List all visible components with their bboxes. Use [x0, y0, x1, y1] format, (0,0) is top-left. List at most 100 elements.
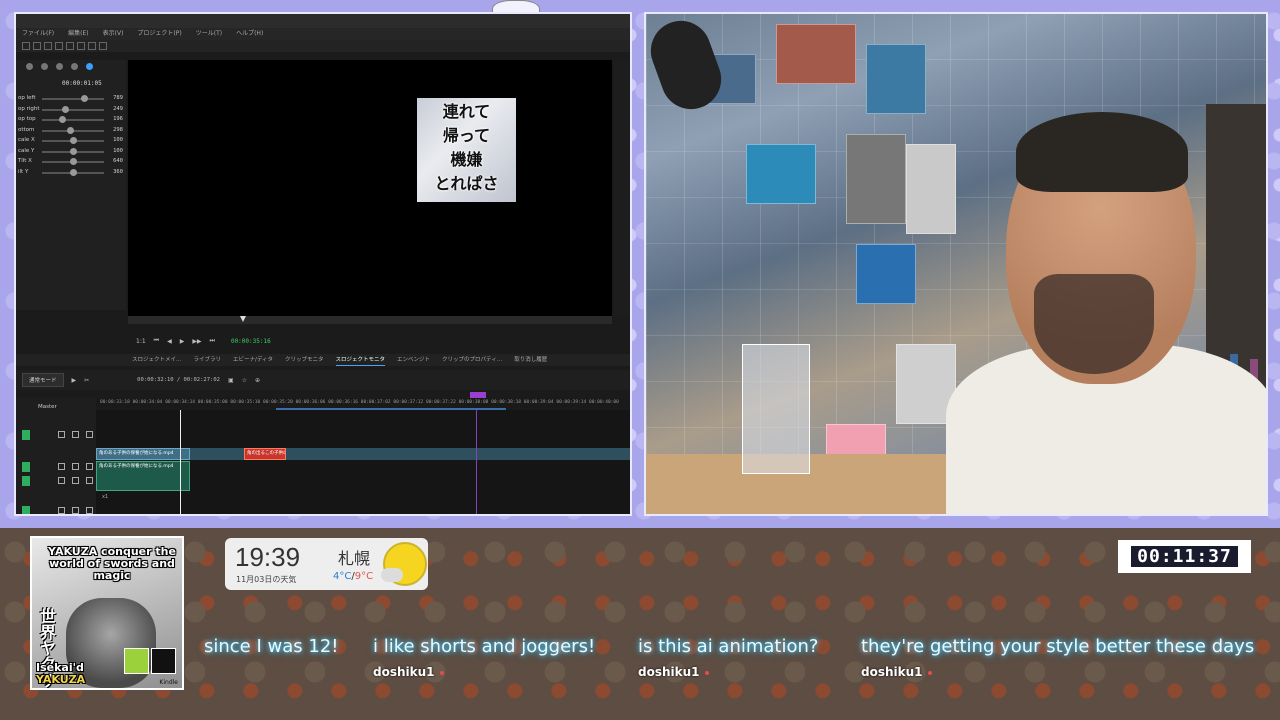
effect-icon[interactable]: [56, 63, 63, 70]
scrub-head-icon[interactable]: [240, 316, 246, 322]
dock-tab[interactable]: スロジェクトモニタ: [335, 354, 386, 366]
property-slider-track[interactable]: [42, 98, 104, 100]
track-header-v2[interactable]: [16, 428, 96, 442]
property-row[interactable]: Tilt X 640: [16, 156, 126, 167]
dock-tab[interactable]: エンベンジト: [397, 354, 430, 366]
play-icon[interactable]: ▶: [180, 338, 185, 345]
project-monitor[interactable]: 連れて 帰って 機嫌 とれぱさ: [128, 60, 612, 316]
scrub-bar[interactable]: [128, 316, 612, 324]
forward-icon[interactable]: ▶▶: [192, 338, 201, 345]
edit-icon[interactable]: [58, 477, 65, 484]
effect-active-icon[interactable]: [86, 63, 93, 70]
wall-photo: [746, 144, 816, 204]
property-value[interactable]: 360: [113, 169, 123, 175]
snap-icon[interactable]: ▣: [228, 377, 234, 384]
property-row[interactable]: cale Y 100: [16, 146, 126, 157]
property-row[interactable]: op top 196: [16, 114, 126, 125]
property-row[interactable]: ilt Y 360: [16, 167, 126, 178]
zoom-select[interactable]: 1:1: [136, 338, 146, 345]
undo-icon[interactable]: [55, 42, 63, 50]
lock-icon[interactable]: [86, 463, 93, 470]
render-icon[interactable]: [99, 42, 107, 50]
property-value[interactable]: 249: [113, 106, 123, 112]
monitor-timecode[interactable]: 00:00:35:16: [231, 338, 271, 345]
menu-item[interactable]: 編集(E): [68, 28, 88, 40]
paste-icon[interactable]: [88, 42, 96, 50]
property-value[interactable]: 100: [113, 148, 123, 154]
property-slider-track[interactable]: [42, 119, 104, 121]
skip-forward-icon[interactable]: ⏭: [210, 337, 215, 345]
open-icon[interactable]: [33, 42, 41, 50]
track-header-a2[interactable]: [16, 504, 96, 514]
edit-mode-select[interactable]: 通常モード: [22, 373, 64, 387]
property-slider-knob[interactable]: [70, 168, 77, 176]
menu-item[interactable]: ファイル(F): [22, 28, 54, 40]
playhead[interactable]: [180, 410, 181, 514]
property-value[interactable]: 196: [113, 116, 123, 122]
track-header-a1[interactable]: [16, 474, 96, 488]
dock-tab[interactable]: 取り消し履歴: [514, 354, 547, 366]
timeline-tracks[interactable]: 角のある子供の保養が始になる.mp4 角のある子供の保養が始になる.mp4 角の…: [96, 410, 630, 514]
razor-tool-icon[interactable]: ✂: [84, 377, 89, 384]
dock-tab[interactable]: エビーナ/ディタ: [233, 354, 273, 366]
property-slider-knob[interactable]: [81, 95, 89, 102]
dock-tab[interactable]: ライブラリ: [194, 354, 222, 366]
dock-tab[interactable]: クリップのプロパティ…: [442, 354, 502, 366]
property-value[interactable]: 789: [113, 95, 123, 101]
menu-item[interactable]: ヘルプ(H): [236, 28, 263, 40]
save-icon[interactable]: [44, 42, 52, 50]
edit-icon[interactable]: [58, 463, 65, 470]
skip-back-icon[interactable]: ⏮: [154, 337, 159, 345]
audio-clip[interactable]: 角のある子供の保養が始になる.mp4: [96, 461, 190, 491]
rewind-icon[interactable]: ◀: [167, 338, 172, 345]
menu-item[interactable]: 表示(V): [103, 28, 124, 40]
property-row[interactable]: cale X 100: [16, 135, 126, 146]
property-slider-knob[interactable]: [58, 116, 66, 123]
property-value[interactable]: 298: [113, 127, 123, 133]
property-value[interactable]: 640: [113, 158, 123, 164]
speaker-icon[interactable]: [72, 507, 79, 514]
effect-timecode[interactable]: 00:00:01:05: [16, 74, 126, 93]
favorite-icon[interactable]: ☆: [242, 377, 247, 384]
property-value[interactable]: 100: [113, 137, 123, 143]
lock-icon[interactable]: [86, 477, 93, 484]
film-icon[interactable]: [72, 463, 79, 470]
film-icon[interactable]: [72, 431, 79, 438]
lock-icon[interactable]: [86, 431, 93, 438]
effect-icon[interactable]: [26, 63, 33, 70]
edit-icon[interactable]: [58, 507, 65, 514]
effect-icon[interactable]: [71, 63, 78, 70]
speaker-icon[interactable]: [72, 477, 79, 484]
property-slider-knob[interactable]: [70, 147, 77, 155]
cloud-icon: [381, 568, 403, 582]
property-row[interactable]: op right 249: [16, 104, 126, 115]
track-header-v1[interactable]: [16, 460, 96, 474]
property-slider-knob[interactable]: [70, 158, 77, 165]
property-slider-knob[interactable]: [70, 137, 77, 144]
timeline-ruler[interactable]: 00:00:33:18 00:00:34:04 00:00:34:14 00:00:3…: [96, 392, 630, 411]
select-tool-icon[interactable]: ▶: [72, 377, 77, 384]
menu-item[interactable]: ツール(T): [196, 28, 222, 40]
property-slider-knob[interactable]: [67, 126, 75, 134]
new-icon[interactable]: [22, 42, 30, 50]
effect-icon[interactable]: [41, 63, 48, 70]
subtitle-clip[interactable]: 角の出るこの子供の: [244, 448, 286, 460]
zoom-icon[interactable]: ⊕: [255, 377, 260, 384]
redo-icon[interactable]: [66, 42, 74, 50]
menu-item[interactable]: プロジェクト(P): [137, 28, 181, 40]
edit-icon[interactable]: [58, 431, 65, 438]
dock-tab[interactable]: クリップモニタ: [285, 354, 324, 366]
dock-tab[interactable]: スロジェクトメイ…: [132, 354, 182, 366]
clock-time: 19:39: [235, 542, 301, 572]
weather-city: 札幌: [338, 549, 371, 568]
property-row[interactable]: ottom 298: [16, 125, 126, 136]
ruler-tick-label: 00:00:35:00: [197, 400, 228, 405]
lock-icon[interactable]: [86, 507, 93, 514]
copy-icon[interactable]: [77, 42, 85, 50]
property-slider-track[interactable]: [42, 108, 104, 111]
video-clip[interactable]: 角のある子供の保養が始になる.mp4: [96, 448, 190, 460]
cover-badges: [124, 648, 176, 674]
property-slider-knob[interactable]: [61, 105, 69, 113]
property-row[interactable]: op left 789: [16, 93, 126, 104]
guide-marker[interactable]: [470, 392, 486, 398]
